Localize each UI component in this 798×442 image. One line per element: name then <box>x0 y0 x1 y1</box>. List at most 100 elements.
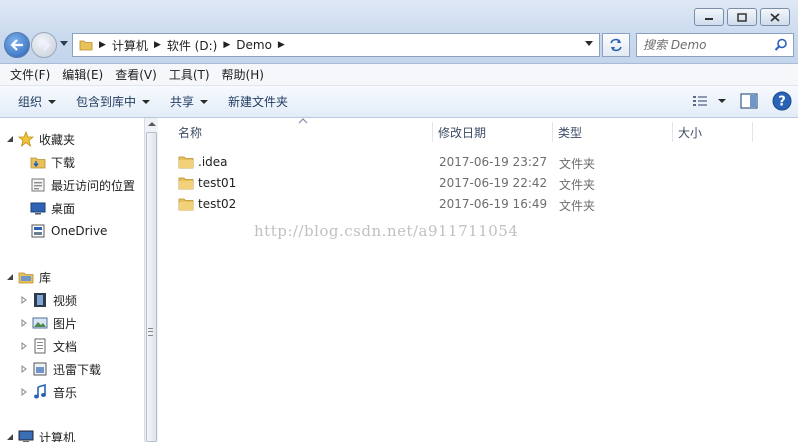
table-row[interactable]: test02 <box>178 194 236 214</box>
expand-icon[interactable] <box>20 388 28 396</box>
chevron-down-icon <box>142 99 151 104</box>
share-label: 共享 <box>170 95 195 109</box>
sidebar-item-label: 视频 <box>53 293 78 308</box>
sidebar-item-favorites[interactable]: 收藏夹 <box>6 128 75 150</box>
column-divider[interactable] <box>432 122 433 142</box>
documents-icon <box>32 338 48 354</box>
library-folder-icon <box>32 361 48 377</box>
arrow-right-icon <box>38 39 51 51</box>
table-row[interactable]: .idea <box>178 152 228 172</box>
music-icon <box>32 384 48 400</box>
expand-icon[interactable] <box>20 296 28 304</box>
sidebar-item-label: 文档 <box>53 339 78 354</box>
column-divider[interactable] <box>672 122 673 142</box>
refresh-button[interactable] <box>602 33 630 57</box>
navigation-scrollbar[interactable] <box>144 118 158 442</box>
computer-icon <box>18 429 34 442</box>
folder-icon <box>178 198 194 211</box>
breadcrumb-computer[interactable]: 计算机 <box>112 37 148 54</box>
sidebar-item-pictures[interactable]: 图片 <box>20 312 77 334</box>
back-button[interactable] <box>4 32 30 58</box>
expand-icon[interactable] <box>20 342 28 350</box>
navigation-pane: 收藏夹 下载 最近访问的位置 桌面 OneDrive 库 视频 图片 文档 迅雷… <box>0 118 144 442</box>
file-list: 名称 修改日期 类型 大小 .idea 2017-06-19 23:27 文件夹… <box>158 118 798 442</box>
maximize-button[interactable] <box>727 8 757 26</box>
desktop-icon <box>30 200 46 216</box>
collapse-icon[interactable] <box>6 273 14 281</box>
close-button[interactable] <box>760 8 790 26</box>
sidebar-item-videos[interactable]: 视频 <box>20 289 77 311</box>
sidebar-item-desktop[interactable]: 桌面 <box>30 197 75 219</box>
breadcrumb-separator[interactable]: ▶ <box>223 40 230 50</box>
breadcrumb-demo[interactable]: Demo <box>236 38 272 52</box>
column-divider[interactable] <box>752 122 753 142</box>
scrollbar-thumb[interactable] <box>146 132 157 442</box>
chevron-down-icon <box>48 99 57 104</box>
scroll-up-icon[interactable] <box>148 122 156 126</box>
recent-pages-dropdown[interactable] <box>60 41 68 47</box>
sidebar-item-computer[interactable]: 计算机 <box>6 426 75 442</box>
organize-button[interactable]: 组织 <box>8 90 66 114</box>
sort-ascending-icon <box>298 118 308 124</box>
sidebar-item-thunder-downloads[interactable]: 迅雷下载 <box>20 358 101 380</box>
file-date: 2017-06-19 16:49 <box>439 197 548 211</box>
column-divider[interactable] <box>552 122 553 142</box>
collapse-icon[interactable] <box>6 433 14 441</box>
breadcrumb-drive[interactable]: 软件 (D:) <box>167 37 217 54</box>
sidebar-item-downloads[interactable]: 下载 <box>30 151 75 173</box>
recent-places-icon <box>30 177 46 193</box>
expand-icon[interactable] <box>20 365 28 373</box>
video-icon <box>32 292 48 308</box>
column-header-size[interactable]: 大小 <box>678 122 702 142</box>
column-header-date[interactable]: 修改日期 <box>438 122 486 142</box>
toolbar-right: ? <box>692 91 792 111</box>
menu-help[interactable]: 帮助(H) <box>216 66 270 83</box>
column-header-type[interactable]: 类型 <box>558 122 582 142</box>
breadcrumb-separator[interactable]: ▶ <box>99 40 106 50</box>
share-button[interactable]: 共享 <box>160 90 218 114</box>
sidebar-item-music[interactable]: 音乐 <box>20 381 77 403</box>
sidebar-item-onedrive[interactable]: OneDrive <box>30 220 107 242</box>
star-icon <box>18 131 34 147</box>
file-date: 2017-06-19 22:42 <box>439 176 548 190</box>
file-date: 2017-06-19 23:27 <box>439 155 548 169</box>
preview-pane-icon[interactable] <box>740 93 758 109</box>
maximize-icon <box>737 12 747 22</box>
sidebar-item-label: 桌面 <box>51 201 76 216</box>
search-box[interactable] <box>636 33 794 57</box>
svg-text:?: ? <box>778 95 786 110</box>
command-toolbar: 组织 包含到库中 共享 新建文件夹 ? <box>0 86 798 118</box>
breadcrumb-separator[interactable]: ▶ <box>154 40 161 50</box>
minimize-button[interactable] <box>694 8 724 26</box>
menu-file[interactable]: 文件(F) <box>4 66 56 83</box>
sidebar-item-libraries[interactable]: 库 <box>6 266 51 288</box>
arrow-left-icon <box>10 39 23 51</box>
file-type: 文件夹 <box>559 178 596 192</box>
window-controls <box>694 8 790 26</box>
watermark-text: http://blog.csdn.net/a911711054 <box>254 222 519 240</box>
search-input[interactable] <box>643 38 771 52</box>
chevron-down-icon <box>718 99 726 103</box>
file-name: .idea <box>198 155 228 169</box>
sidebar-item-recent-places[interactable]: 最近访问的位置 <box>30 174 135 196</box>
help-icon[interactable]: ? <box>772 91 792 111</box>
new-folder-button[interactable]: 新建文件夹 <box>218 90 298 114</box>
sidebar-item-label: OneDrive <box>51 224 108 238</box>
menu-view[interactable]: 查看(V) <box>109 66 163 83</box>
menu-edit[interactable]: 编辑(E) <box>56 66 109 83</box>
sidebar-item-label: 收藏夹 <box>39 132 76 147</box>
collapse-icon[interactable] <box>6 135 14 143</box>
sidebar-item-label: 最近访问的位置 <box>51 178 136 193</box>
expand-icon[interactable] <box>20 319 28 327</box>
forward-button[interactable] <box>31 32 57 58</box>
view-options-button[interactable] <box>692 94 726 108</box>
search-icon[interactable] <box>774 38 788 52</box>
menu-tools[interactable]: 工具(T) <box>163 66 216 83</box>
address-bar[interactable]: ▶ 计算机 ▶ 软件 (D:) ▶ Demo ▶ <box>72 33 600 57</box>
table-row[interactable]: test01 <box>178 173 236 193</box>
sidebar-item-documents[interactable]: 文档 <box>20 335 77 357</box>
address-dropdown-icon[interactable] <box>585 41 593 47</box>
breadcrumb-separator[interactable]: ▶ <box>278 40 285 50</box>
include-in-library-button[interactable]: 包含到库中 <box>66 90 160 114</box>
column-header-name[interactable]: 名称 <box>178 122 202 142</box>
